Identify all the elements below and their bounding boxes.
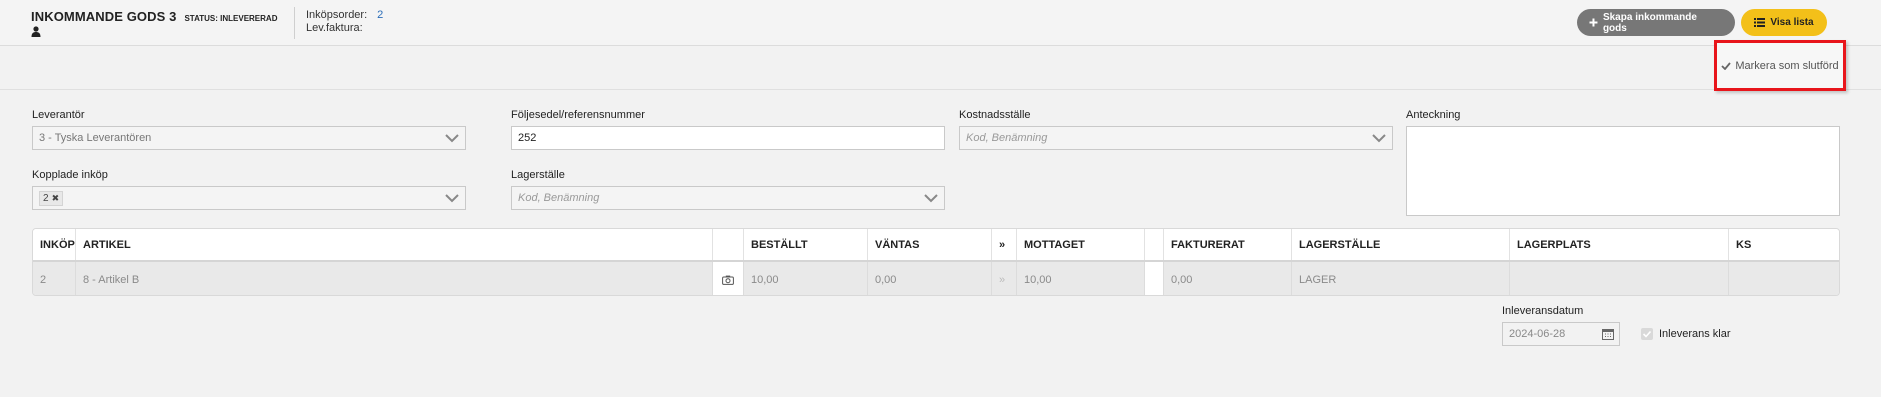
page-title: INKOMMANDE GODS 3 — [31, 9, 177, 24]
supplier-value: 3 - Tyska Leverantören — [39, 132, 152, 144]
cost-center-select[interactable]: Kod, Benämning — [959, 126, 1393, 150]
purchase-order-link[interactable]: 2 — [377, 9, 383, 21]
linked-purchases-select[interactable]: 2 ✖ — [32, 186, 466, 210]
user-icon[interactable] — [31, 26, 41, 37]
calendar-icon[interactable] — [1602, 328, 1614, 340]
goods-table: INKÖP ARTIKEL BESTÄLLT VÄNTAS » MOTTAGET… — [32, 228, 1840, 296]
cost-center-label: Kostnadsställe — [959, 109, 1031, 121]
col-header-transfer[interactable]: » — [991, 229, 1016, 260]
cell-spacer — [1144, 262, 1163, 295]
warehouse-select[interactable]: Kod, Benämning — [511, 186, 945, 210]
packing-slip-label: Följesedel/referensnummer — [511, 109, 645, 121]
col-header-received: MOTTAGET — [1016, 229, 1144, 260]
col-header-location: LAGERPLATS — [1509, 229, 1728, 260]
chevron-down-icon — [924, 194, 938, 203]
warehouse-label: Lagerställe — [511, 169, 565, 181]
cell-warehouse: LAGER — [1291, 262, 1509, 295]
camera-button[interactable] — [712, 262, 743, 295]
status-badge: STATUS: INLEVERERAD — [184, 14, 278, 23]
check-icon — [1642, 330, 1652, 338]
col-header-purchase: INKÖP — [40, 238, 75, 251]
chevron-down-icon — [445, 134, 459, 143]
cell-purchase: 2 — [40, 273, 47, 286]
col-header-invoiced: FAKTURERAT — [1163, 229, 1291, 260]
col-header-warehouse: LAGERSTÄLLE — [1291, 229, 1509, 260]
cell-ks — [1728, 262, 1839, 295]
cell-ordered: 10,00 — [743, 262, 867, 295]
page-header: INKOMMANDE GODS 3 STATUS: INLEVERERAD In… — [0, 0, 1881, 46]
note-textarea[interactable] — [1406, 126, 1840, 216]
chevron-down-icon — [1372, 134, 1386, 143]
linked-purchase-tag: 2 ✖ — [39, 190, 64, 206]
cost-center-placeholder: Kod, Benämning — [966, 132, 1048, 144]
col-header-spacer — [1144, 229, 1163, 260]
warehouse-placeholder: Kod, Benämning — [518, 192, 600, 204]
create-incoming-goods-button[interactable]: Skapa inkommande gods — [1577, 9, 1735, 36]
table-row[interactable]: 2 8 - Artikel B 10,00 0,00 » 10,00 0,00 … — [33, 262, 1839, 295]
delivery-done-checkbox[interactable] — [1641, 328, 1653, 340]
order-meta: Inköpsorder: 2 Lev.faktura: — [306, 9, 383, 35]
show-list-button[interactable]: Visa lista — [1741, 9, 1827, 36]
packing-slip-value: 252 — [518, 132, 537, 144]
note-label: Anteckning — [1406, 109, 1461, 121]
list-button-label: Visa lista — [1770, 17, 1814, 28]
col-header-article: ARTIKEL — [75, 229, 712, 260]
supplier-invoice-label: Lev.faktura: — [306, 22, 363, 34]
linked-purchase-tag-label: 2 — [43, 192, 49, 204]
chevron-down-icon — [445, 194, 459, 203]
col-header-camera — [712, 229, 743, 260]
cell-location[interactable] — [1509, 262, 1728, 295]
list-icon — [1754, 18, 1766, 27]
cell-received[interactable]: 10,00 — [1016, 262, 1144, 295]
col-header-ks: KS — [1728, 229, 1839, 260]
linked-purchases-label: Kopplade inköp — [32, 169, 108, 181]
mark-as-done-button[interactable]: Markera som slutförd — [1714, 40, 1846, 91]
delivery-date-input[interactable]: 2024-06-28 — [1502, 322, 1620, 346]
header-divider — [294, 7, 295, 39]
table-header: INKÖP ARTIKEL BESTÄLLT VÄNTAS » MOTTAGET… — [33, 229, 1839, 262]
check-icon — [1721, 61, 1732, 70]
col-header-ordered: BESTÄLLT — [743, 229, 867, 260]
transfer-button[interactable]: » — [991, 262, 1016, 295]
delivery-done-label: Inleverans klar — [1659, 328, 1731, 340]
purchase-order-label: Inköpsorder: — [306, 9, 368, 21]
col-header-expected: VÄNTAS — [867, 229, 991, 260]
packing-slip-input[interactable]: 252 — [511, 126, 945, 150]
supplier-select[interactable]: 3 - Tyska Leverantören — [32, 126, 466, 150]
cell-invoiced: 0,00 — [1163, 262, 1291, 295]
title-block: INKOMMANDE GODS 3 STATUS: INLEVERERAD — [31, 9, 278, 37]
camera-icon — [722, 275, 734, 285]
create-button-label: Skapa inkommande gods — [1602, 11, 1697, 34]
plus-icon — [1589, 18, 1598, 27]
cell-article: 8 - Artikel B — [75, 262, 712, 295]
remove-tag-icon[interactable]: ✖ — [52, 193, 60, 204]
delivery-date-value: 2024-06-28 — [1509, 328, 1566, 340]
action-bar — [0, 46, 1881, 90]
cell-expected: 0,00 — [867, 262, 991, 295]
supplier-label: Leverantör — [32, 109, 85, 121]
delivery-date-label: Inleveransdatum — [1502, 305, 1584, 317]
mark-done-label: Markera som slutförd — [1735, 59, 1839, 72]
